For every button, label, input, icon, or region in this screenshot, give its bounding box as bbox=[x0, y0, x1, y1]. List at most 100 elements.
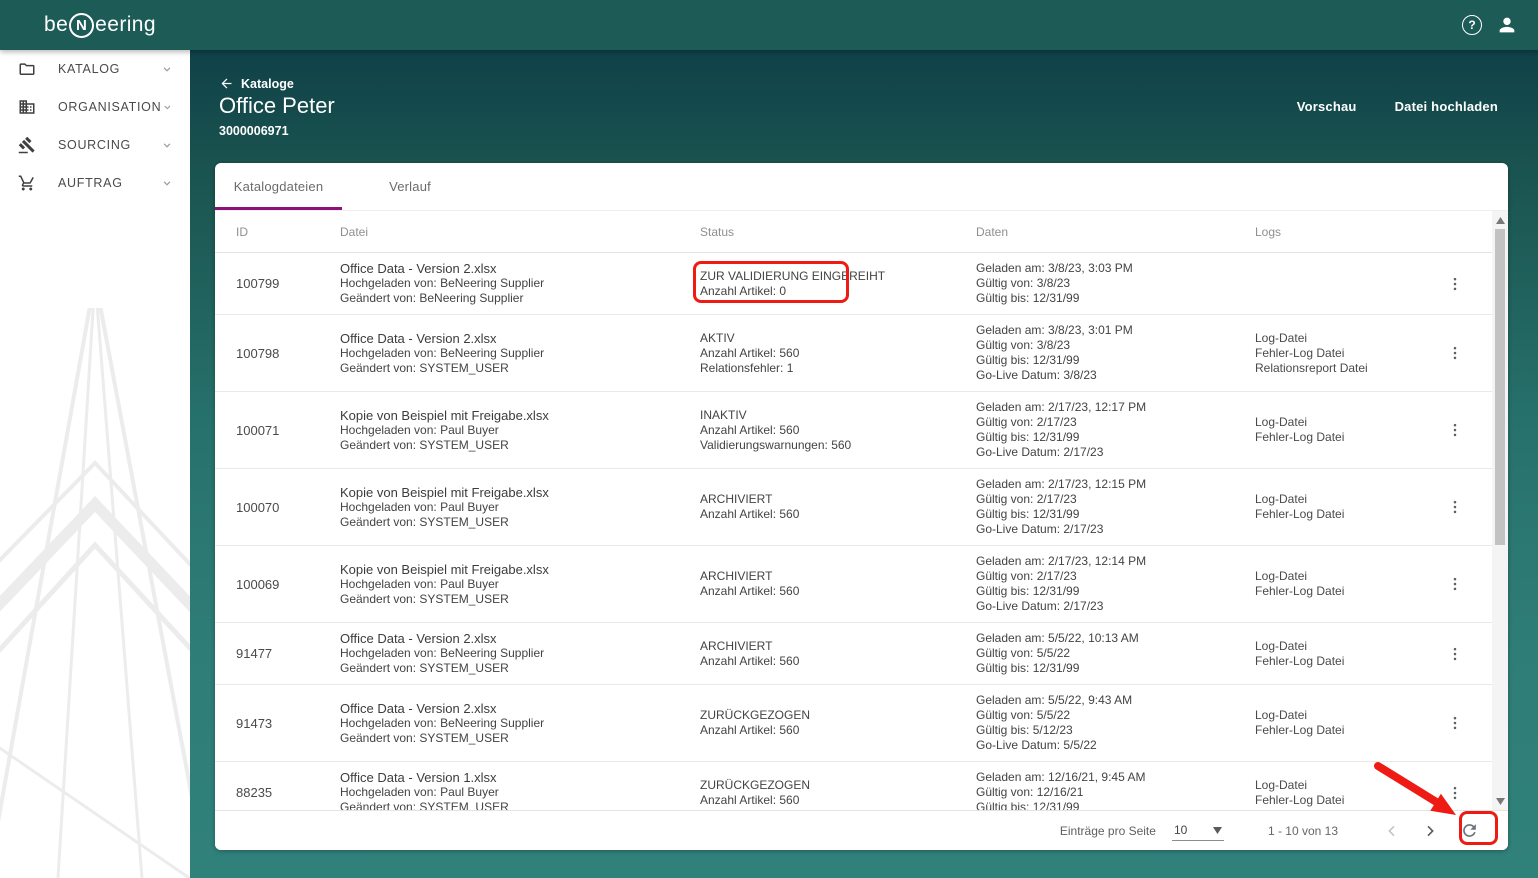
date-line: Go-Live Datum: 2/17/23 bbox=[976, 445, 1104, 459]
kebab-menu-button[interactable] bbox=[1446, 575, 1464, 593]
date-line: Gültig von: 5/5/22 bbox=[976, 708, 1071, 722]
file-name: Kopie von Beispiel mit Freigabe.xlsx bbox=[340, 484, 549, 500]
log-file-link[interactable]: Fehler-Log Datei bbox=[1255, 793, 1435, 808]
table-scrollbar bbox=[1492, 211, 1508, 810]
help-icon[interactable]: ? bbox=[1462, 15, 1482, 35]
table-row: 100799 Office Data - Version 2.xlsx Hoch… bbox=[215, 253, 1508, 315]
app-logo: be N eering bbox=[0, 12, 156, 38]
kebab-menu-button[interactable] bbox=[1446, 645, 1464, 663]
previous-page-button[interactable] bbox=[1380, 819, 1404, 843]
log-file-link[interactable]: Fehler-Log Datei bbox=[1255, 430, 1435, 445]
file-changed-by: Geändert von: SYSTEM_USER bbox=[340, 661, 509, 675]
date-line: Gültig bis: 12/31/99 bbox=[976, 507, 1080, 521]
file-uploaded-by: Hochgeladen von: Paul Buyer bbox=[340, 499, 499, 514]
dates-cell: Geladen am: 5/5/22, 10:13 AM Gültig von: … bbox=[976, 631, 1255, 676]
logs-cell: Log-Datei Fehler-Log Datei bbox=[1255, 778, 1435, 808]
file-name: Kopie von Beispiel mit Freigabe.xlsx bbox=[340, 561, 549, 577]
file-name: Office Data - Version 2.xlsx bbox=[340, 631, 497, 646]
kebab-menu-button[interactable] bbox=[1446, 498, 1464, 516]
log-file-link[interactable]: Log-Datei bbox=[1255, 778, 1435, 793]
date-line: Geladen am: 3/8/23, 3:03 PM bbox=[976, 261, 1133, 275]
date-line: Gültig von: 2/17/23 bbox=[976, 415, 1077, 429]
date-line: Gültig von: 2/17/23 bbox=[976, 492, 1077, 506]
kebab-menu-button[interactable] bbox=[1446, 344, 1464, 362]
scrollbar-up-arrow[interactable] bbox=[1492, 213, 1508, 227]
log-file-link[interactable]: Fehler-Log Datei bbox=[1255, 723, 1435, 738]
col-header-dates: Daten bbox=[976, 224, 1009, 239]
file-name: Office Data - Version 1.xlsx bbox=[340, 770, 497, 785]
log-file-link[interactable]: Relationsreport Datei bbox=[1255, 361, 1435, 376]
sidebar-item-label: SOURCING bbox=[58, 138, 131, 152]
file-uploaded-by: Hochgeladen von: BeNeering Supplier bbox=[340, 715, 545, 730]
row-id: 100070 bbox=[236, 499, 280, 515]
organisation-icon bbox=[19, 100, 35, 114]
log-file-link[interactable]: Log-Datei bbox=[1255, 492, 1435, 507]
log-file-link[interactable]: Fehler-Log Datei bbox=[1255, 507, 1435, 522]
tab-katalogdateien[interactable]: Katalogdateien bbox=[215, 163, 342, 210]
table-row: 100070 Kopie von Beispiel mit Freigabe.x… bbox=[215, 469, 1508, 546]
sidebar-item-katalog[interactable]: KATALOG bbox=[0, 50, 190, 88]
logo-text-pre: be bbox=[44, 13, 69, 36]
status-line: Validierungswarnungen: 560 bbox=[700, 437, 852, 452]
log-file-link[interactable]: Log-Datei bbox=[1255, 415, 1435, 430]
row-id: 88235 bbox=[236, 785, 273, 800]
back-button[interactable]: Kataloge bbox=[219, 76, 294, 91]
scrollbar-thumb[interactable] bbox=[1495, 229, 1505, 545]
date-line: Geladen am: 5/5/22, 10:13 AM bbox=[976, 631, 1139, 645]
scrollbar-down-arrow[interactable] bbox=[1492, 794, 1508, 808]
topbar: be N eering ? bbox=[0, 0, 1538, 50]
log-file-link[interactable]: Fehler-Log Datei bbox=[1255, 346, 1435, 361]
sidebar-item-organisation[interactable]: ORGANISATION bbox=[0, 88, 190, 126]
sidebar-item-label: KATALOG bbox=[58, 62, 121, 76]
col-header-logs: Logs bbox=[1255, 224, 1282, 239]
tab-verlauf[interactable]: Verlauf bbox=[342, 163, 478, 210]
next-page-button[interactable] bbox=[1418, 819, 1442, 843]
status-cell: ARCHIVIERT Anzahl Artikel: 560 bbox=[700, 569, 976, 599]
file-uploaded-by: Hochgeladen von: BeNeering Supplier bbox=[340, 646, 545, 660]
chevron-down-icon bbox=[163, 143, 171, 148]
table-row: 100071 Kopie von Beispiel mit Freigabe.x… bbox=[215, 392, 1508, 469]
refresh-button[interactable] bbox=[1456, 818, 1482, 844]
per-page-select[interactable]: 10 bbox=[1171, 821, 1224, 841]
upload-file-button[interactable]: Datei hochladen bbox=[1395, 99, 1498, 114]
file-uploaded-by: Hochgeladen von: Paul Buyer bbox=[340, 785, 499, 799]
status-line: Relationsfehler: 1 bbox=[700, 360, 794, 375]
logs-cell: Log-Datei Fehler-Log Datei bbox=[1255, 415, 1435, 445]
status-line: Anzahl Artikel: 560 bbox=[700, 507, 800, 521]
file-uploaded-by: Hochgeladen von: Paul Buyer bbox=[340, 576, 499, 591]
log-file-link[interactable]: Log-Datei bbox=[1255, 569, 1435, 584]
date-line: Geladen am: 2/17/23, 12:14 PM bbox=[976, 554, 1147, 568]
table-header: ID Datei Status Daten Logs bbox=[215, 211, 1508, 253]
date-line: Geladen am: 12/16/21, 9:45 AM bbox=[976, 770, 1146, 784]
logo-n-icon: N bbox=[69, 12, 95, 38]
sidebar-item-sourcing[interactable]: SOURCING bbox=[0, 126, 190, 164]
preview-button[interactable]: Vorschau bbox=[1297, 99, 1357, 114]
status-cell: ZURÜCKGEZOGEN Anzahl Artikel: 560 bbox=[700, 708, 976, 738]
col-header-status: Status bbox=[700, 224, 735, 239]
row-id: 100799 bbox=[236, 276, 280, 291]
status-line: ARCHIVIERT bbox=[700, 638, 773, 653]
file-uploaded-by: Hochgeladen von: BeNeering Supplier bbox=[340, 345, 545, 360]
sidebar-item-auftrag[interactable]: AUFTRAG bbox=[0, 164, 190, 202]
table-row: 88235 Office Data - Version 1.xlsx Hochg… bbox=[215, 762, 1508, 810]
kebab-menu-button[interactable] bbox=[1446, 784, 1464, 802]
status-line: INAKTIV bbox=[700, 407, 747, 422]
file-changed-by: Geändert von: SYSTEM_USER bbox=[340, 514, 509, 529]
kebab-menu-button[interactable] bbox=[1446, 421, 1464, 439]
log-file-link[interactable]: Log-Datei bbox=[1255, 708, 1435, 723]
status-cell: ZUR VALIDIERUNG EINGEREIHT Anzahl Artikel… bbox=[700, 269, 976, 299]
log-file-link[interactable]: Fehler-Log Datei bbox=[1255, 654, 1435, 669]
log-file-link[interactable]: Fehler-Log Datei bbox=[1255, 584, 1435, 599]
log-file-link[interactable]: Log-Datei bbox=[1255, 639, 1435, 654]
dates-cell: Geladen am: 2/17/23, 12:15 PM Gültig von:… bbox=[976, 477, 1255, 537]
log-file-link[interactable]: Log-Datei bbox=[1255, 331, 1435, 346]
row-id: 100069 bbox=[236, 576, 280, 592]
user-account-icon[interactable] bbox=[1496, 14, 1518, 36]
status-line: Anzahl Artikel: 560 bbox=[700, 792, 800, 807]
file-changed-by: Geändert von: SYSTEM_USER bbox=[340, 591, 509, 606]
kebab-menu-button[interactable] bbox=[1446, 275, 1464, 293]
kebab-menu-button[interactable] bbox=[1446, 714, 1464, 732]
date-line: Gültig bis: 12/31/99 bbox=[976, 291, 1080, 305]
status-line: ZURÜCKGEZOGEN bbox=[700, 708, 811, 722]
date-line: Gültig von: 3/8/23 bbox=[976, 338, 1071, 352]
